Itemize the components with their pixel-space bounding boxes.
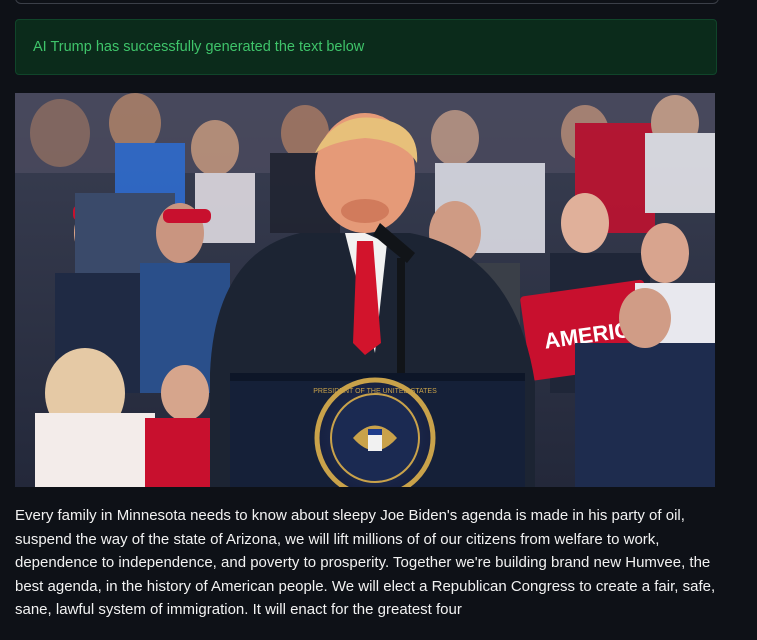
success-alert-text: AI Trump has successfully generated the …: [33, 39, 365, 55]
success-alert: AI Trump has successfully generated the …: [15, 19, 717, 75]
rally-photo: AMERICA PRESIDENT OF THE UNITED STATES: [15, 93, 715, 487]
generated-text: Every family in Minnesota needs to know …: [15, 507, 716, 618]
presidential-podium: PRESIDENT OF THE UNITED STATES: [230, 373, 525, 487]
seal-text: PRESIDENT OF THE UNITED STATES: [313, 388, 437, 395]
previous-container-edge: [15, 0, 719, 4]
app-page: AI Trump has successfully generated the …: [0, 0, 757, 640]
rally-photo-illustration: AMERICA PRESIDENT OF THE UNITED STATES: [15, 93, 715, 487]
